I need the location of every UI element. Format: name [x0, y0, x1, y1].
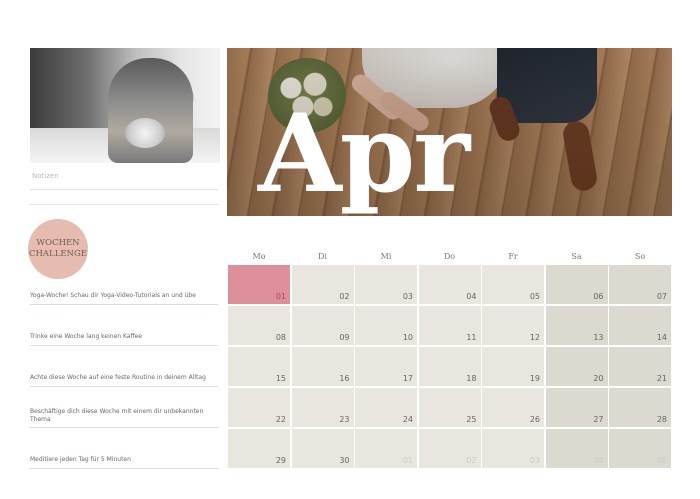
challenge-divider — [30, 304, 218, 305]
wedding-photo-winter — [30, 48, 220, 163]
day-number: 03 — [402, 292, 413, 301]
challenge-divider — [30, 427, 218, 428]
day-number: 04 — [593, 456, 604, 465]
calendar-day-cell[interactable]: 01 — [228, 265, 290, 304]
day-number: 11 — [466, 333, 477, 342]
day-number: 28 — [656, 415, 667, 424]
day-number: 22 — [275, 415, 286, 424]
day-number: 03 — [529, 456, 540, 465]
day-number: 05 — [529, 292, 540, 301]
weekday-header: Mo — [252, 252, 266, 261]
day-number: 13 — [593, 333, 604, 342]
calendar-day-cell[interactable]: 20 — [545, 347, 608, 386]
calendar-day-cell[interactable]: 23 — [291, 388, 354, 427]
calendar-day-cell[interactable]: 03 — [482, 429, 544, 468]
challenge-text: Achte diese Woche auf eine feste Routine… — [30, 374, 206, 381]
challenge-text: Beschäftige dich diese Woche mit einem d… — [30, 408, 204, 423]
badge-line-1: WOCHEN — [36, 238, 80, 248]
calendar-day-cell[interactable]: 01 — [355, 429, 417, 468]
month-title: Apr — [258, 91, 470, 217]
day-number: 01 — [402, 456, 413, 465]
challenge-text: Trinke eine Woche lang keinen Kaffee — [30, 333, 142, 340]
day-number: 12 — [529, 333, 540, 342]
day-number: 08 — [275, 333, 286, 342]
calendar-day-cell[interactable]: 15 — [228, 347, 290, 386]
day-number: 02 — [339, 292, 350, 301]
day-number: 24 — [402, 415, 413, 424]
day-number: 18 — [466, 374, 477, 383]
notes-label: Notizen — [32, 172, 59, 180]
weekday-header: Di — [318, 252, 327, 261]
weekday-header: Fr — [508, 252, 518, 261]
challenge-divider — [30, 386, 218, 387]
calendar-day-cell[interactable]: 14 — [609, 306, 671, 345]
calendar-day-cell[interactable]: 04 — [545, 429, 608, 468]
badge-line-2: CHALLENGE — [29, 249, 87, 259]
calendar-day-cell[interactable]: 06 — [545, 265, 608, 304]
calendar-day-cell[interactable]: 03 — [355, 265, 417, 304]
calendar-day-cell[interactable]: 30 — [291, 429, 354, 468]
day-number: 29 — [275, 456, 286, 465]
calendar-day-cell[interactable]: 21 — [609, 347, 671, 386]
calendar-day-cell[interactable]: 05 — [609, 429, 671, 468]
weekday-header: Do — [443, 252, 456, 261]
calendar-day-cell[interactable]: 17 — [355, 347, 417, 386]
calendar-day-cell[interactable]: 09 — [291, 306, 354, 345]
day-number: 06 — [593, 292, 604, 301]
day-number: 17 — [402, 374, 413, 383]
calendar-day-cell[interactable]: 02 — [418, 429, 481, 468]
day-number: 26 — [529, 415, 540, 424]
calendar-day-cell[interactable]: 29 — [228, 429, 290, 468]
day-number: 05 — [656, 456, 667, 465]
weekday-header: Mi — [380, 252, 392, 261]
bouquet — [125, 118, 165, 148]
calendar-day-cell[interactable]: 07 — [609, 265, 671, 304]
notes-line — [30, 189, 218, 190]
day-number: 25 — [466, 415, 477, 424]
calendar-day-cell[interactable]: 12 — [482, 306, 544, 345]
weekday-header: So — [634, 252, 646, 261]
challenge-text: Meditiere jeden Tag für 5 Minuten — [30, 456, 131, 463]
calendar-day-cell[interactable]: 10 — [355, 306, 417, 345]
calendar-day-cell[interactable]: 04 — [418, 265, 481, 304]
day-number: 20 — [593, 374, 604, 383]
day-number: 23 — [339, 415, 350, 424]
weekday-header: Sa — [571, 252, 582, 261]
calendar-day-cell[interactable]: 08 — [228, 306, 290, 345]
day-number: 10 — [402, 333, 413, 342]
day-number: 21 — [656, 374, 667, 383]
calendar-day-cell[interactable]: 11 — [418, 306, 481, 345]
calendar-day-cell[interactable]: 05 — [482, 265, 544, 304]
week-challenge-badge: WOCHEN CHALLENGE — [28, 219, 88, 279]
day-number: 16 — [339, 374, 350, 383]
calendar-day-cell[interactable]: 24 — [355, 388, 417, 427]
day-number: 04 — [466, 292, 477, 301]
day-number: 27 — [593, 415, 604, 424]
day-number: 15 — [275, 374, 286, 383]
calendar-day-cell[interactable]: 25 — [418, 388, 481, 427]
calendar-day-cell[interactable]: 26 — [482, 388, 544, 427]
calendar-day-cell[interactable]: 22 — [228, 388, 290, 427]
challenge-divider — [30, 345, 218, 346]
notes-line — [30, 204, 218, 205]
day-number: 30 — [339, 456, 350, 465]
calendar-day-cell[interactable]: 28 — [609, 388, 671, 427]
calendar-day-cell[interactable]: 16 — [291, 347, 354, 386]
calendar-day-cell[interactable]: 18 — [418, 347, 481, 386]
day-number: 07 — [656, 292, 667, 301]
day-number: 01 — [275, 292, 286, 301]
day-number: 14 — [656, 333, 667, 342]
calendar-day-cell[interactable]: 27 — [545, 388, 608, 427]
challenge-text: Yoga-Woche! Schau dir Yoga-Video-Tutoria… — [30, 292, 196, 299]
day-number: 02 — [466, 456, 477, 465]
calendar-day-cell[interactable]: 13 — [545, 306, 608, 345]
day-number: 19 — [529, 374, 540, 383]
calendar-day-cell[interactable]: 02 — [291, 265, 354, 304]
challenge-divider — [30, 468, 218, 469]
calendar-day-cell[interactable]: 19 — [482, 347, 544, 386]
day-number: 09 — [339, 333, 350, 342]
